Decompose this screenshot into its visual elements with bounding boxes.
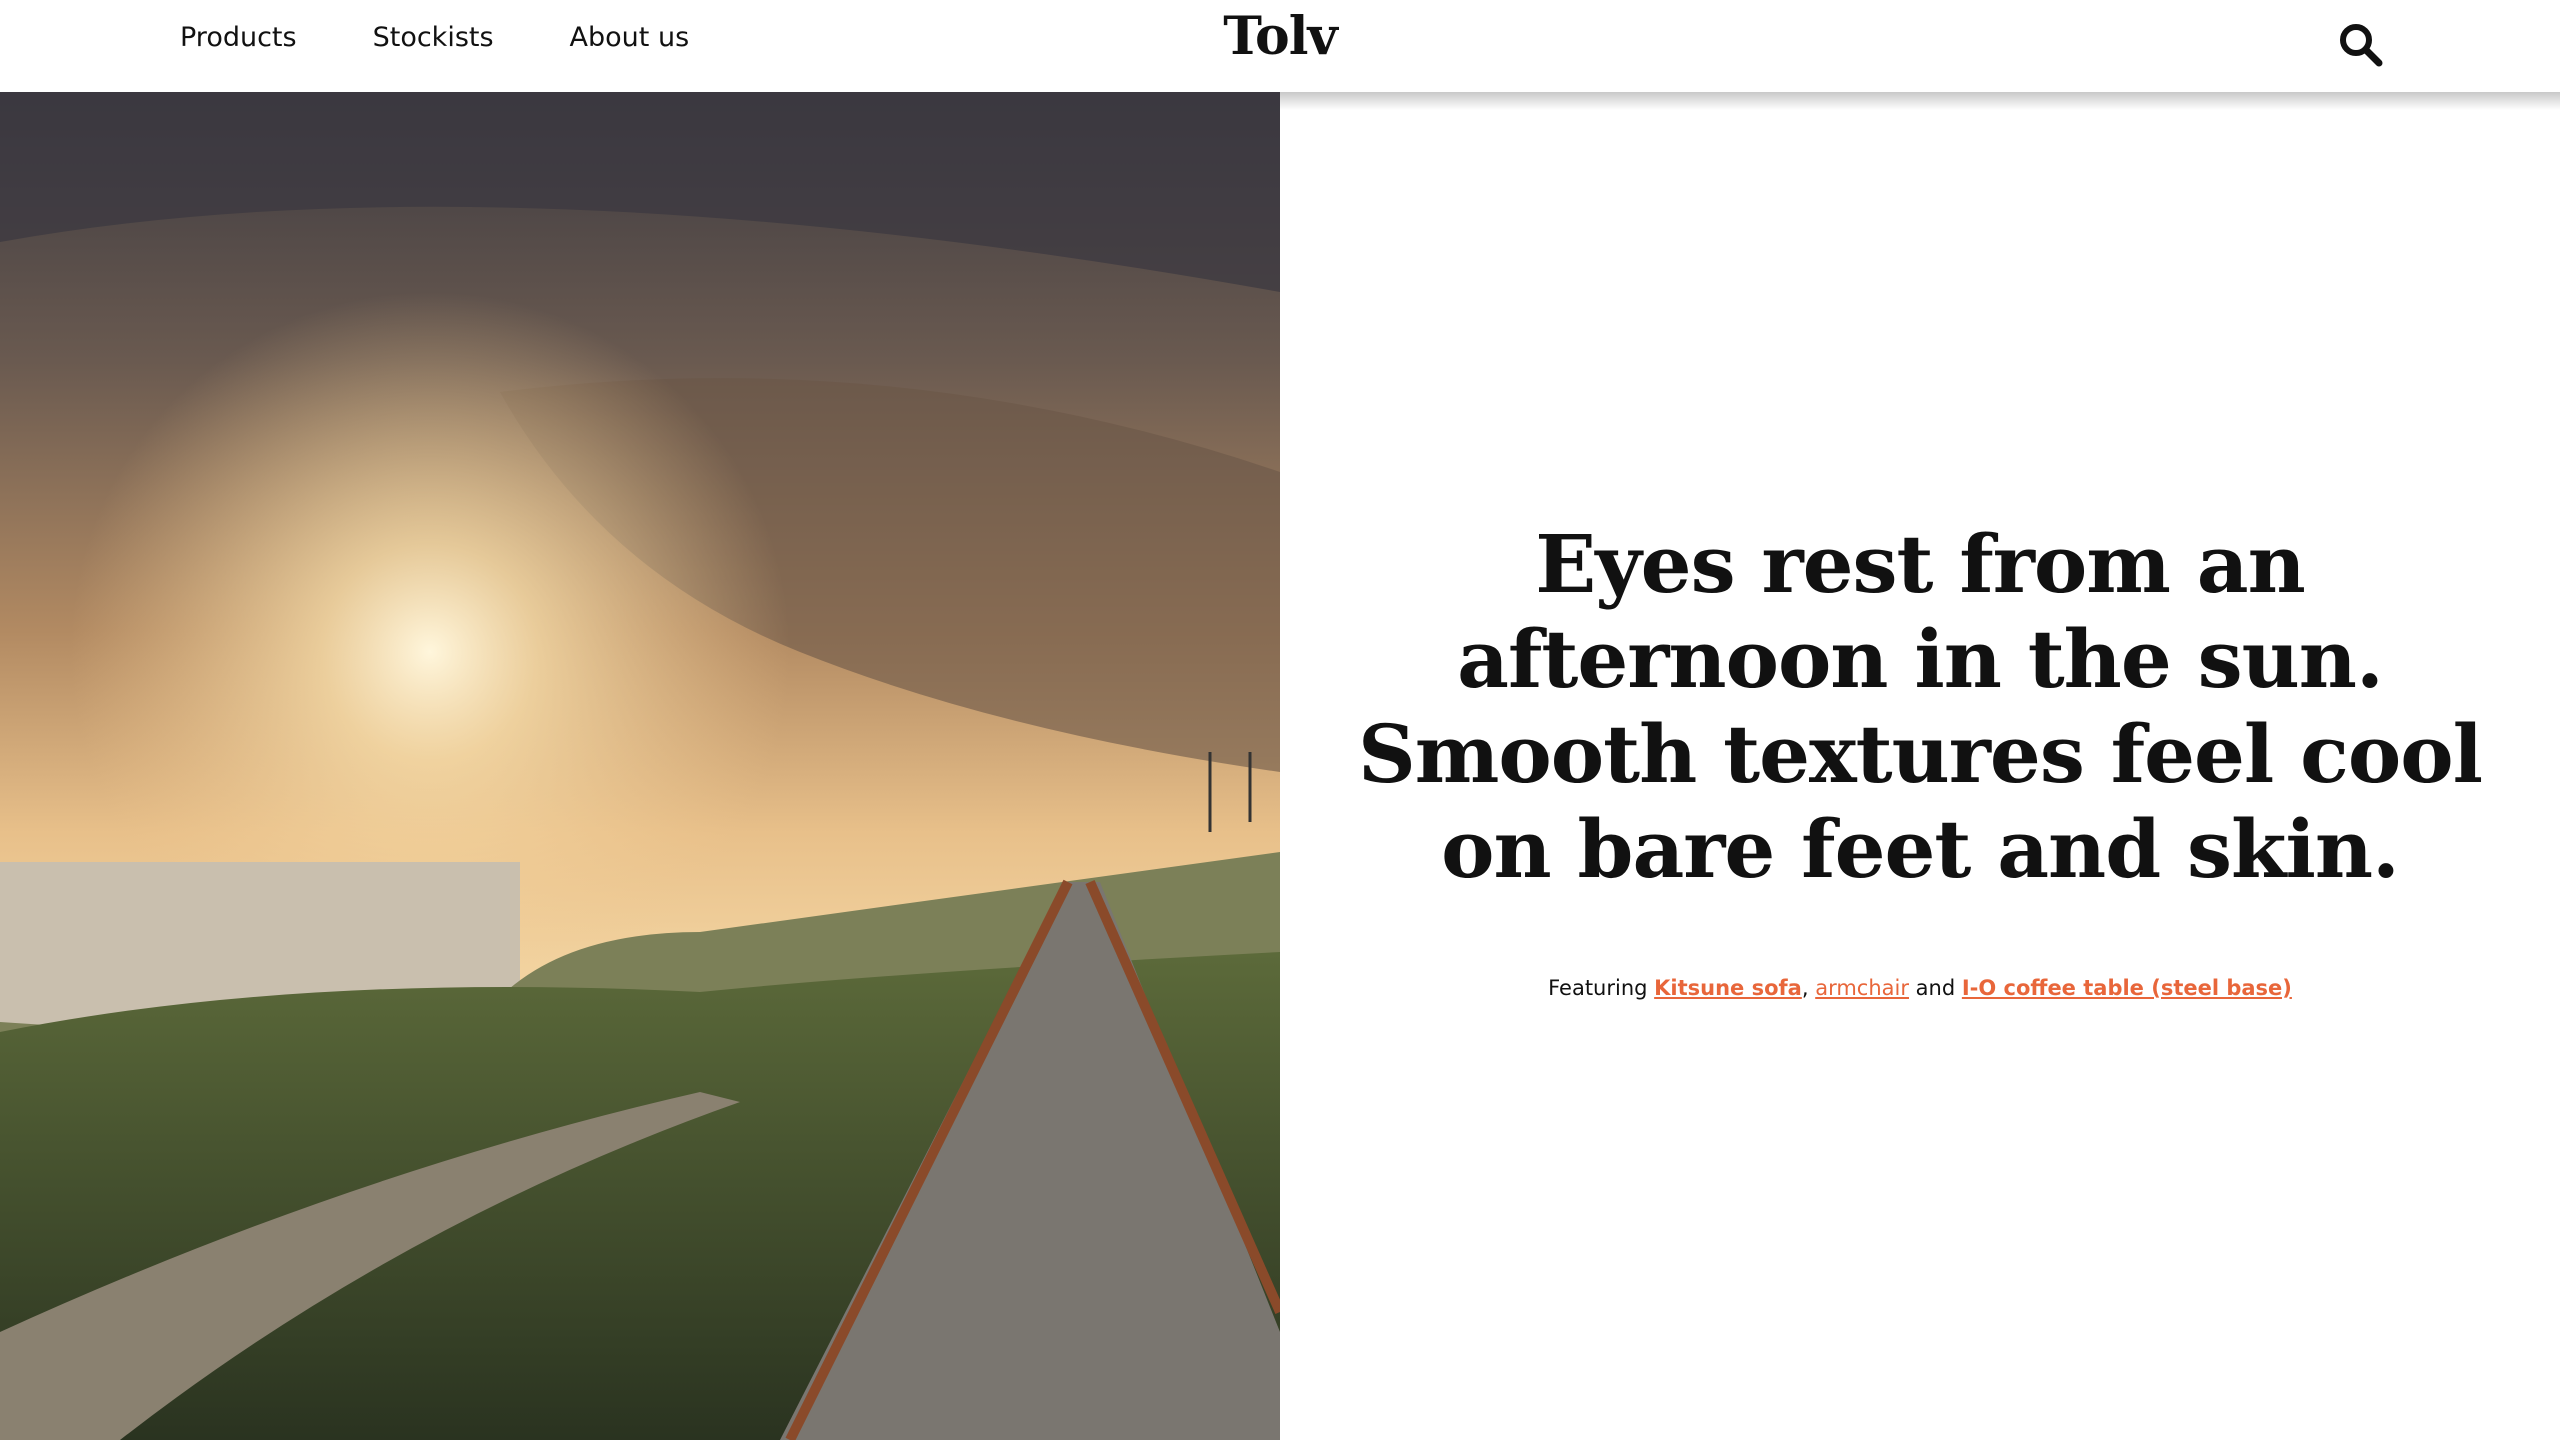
hero-text: Eyes rest from an afternoon in the sun. …: [1280, 92, 2560, 1440]
hero-image: [0, 92, 1280, 1440]
link-kitsune-sofa[interactable]: Kitsune sofa: [1654, 976, 1802, 1000]
headline-line: afternoon in the sun.: [1457, 612, 2384, 706]
headline-line: Smooth textures feel cool: [1358, 707, 2483, 801]
featuring-caption: Featuring Kitsune sofa, armchair and I-O…: [1280, 976, 2560, 1000]
separator: ,: [1801, 976, 1816, 1000]
headline-line: Eyes rest from an: [1535, 517, 2306, 611]
link-armchair[interactable]: armchair: [1815, 976, 1909, 1000]
separator: and: [1909, 976, 1962, 1000]
site-header: Products Stockists About us Tolv: [0, 0, 2560, 92]
link-io-coffee-table[interactable]: I-O coffee table (steel base): [1962, 976, 2292, 1000]
headline: Eyes rest from an afternoon in the sun. …: [1280, 517, 2560, 897]
header-shadow: [1280, 92, 2560, 110]
logo[interactable]: Tolv: [0, 6, 2560, 67]
search-icon[interactable]: [2338, 22, 2384, 68]
featuring-prefix: Featuring: [1548, 976, 1655, 1000]
headline-line: on bare feet and skin.: [1441, 802, 2400, 896]
